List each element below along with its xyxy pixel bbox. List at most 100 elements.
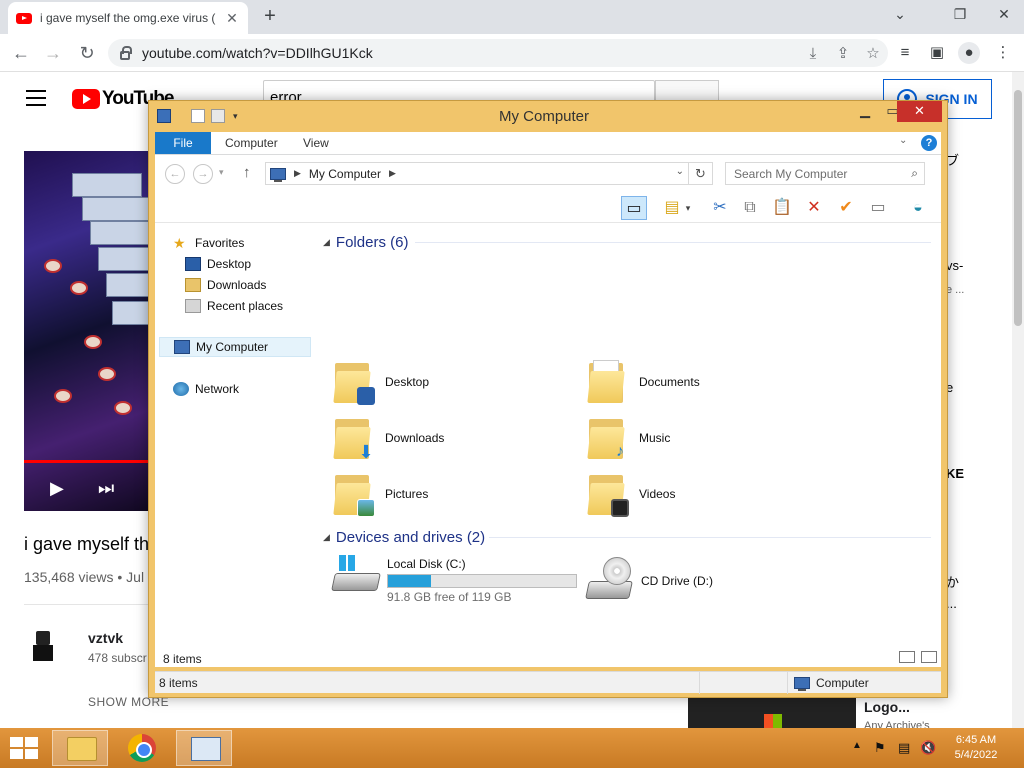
- status-location-label: Computer: [816, 676, 869, 690]
- show-hidden-icons[interactable]: ▲: [852, 740, 862, 751]
- address-bar[interactable]: youtube.com/watch?v=DDIlhGU1Kck ⤓ ⇪ ☆: [108, 39, 888, 67]
- video-player[interactable]: ▶ ⏭: [24, 151, 150, 511]
- recent-locations-icon[interactable]: ▾: [219, 167, 224, 178]
- videos-folder-icon: [587, 471, 629, 517]
- folder-music[interactable]: ♪ Music: [587, 413, 670, 463]
- profile-avatar-icon[interactable]: ●: [958, 42, 980, 64]
- refresh-icon[interactable]: ↻: [689, 162, 713, 185]
- back-icon[interactable]: ←: [165, 164, 185, 184]
- nav-label: Desktop: [207, 257, 252, 271]
- cut-icon[interactable]: ✂: [707, 196, 733, 220]
- network-tray-icon[interactable]: ▤: [898, 740, 910, 756]
- desktop-icon: [185, 257, 201, 271]
- address-box[interactable]: ▶ My Computer ▶ ⌄: [265, 162, 689, 185]
- channel-name[interactable]: vztvk: [88, 630, 123, 646]
- close-button[interactable]: ✕: [897, 101, 942, 122]
- nav-label: Recent places: [207, 299, 284, 313]
- shell-icon[interactable]: ◒: [905, 196, 931, 220]
- address-dropdown-icon[interactable]: ⌄: [676, 166, 684, 177]
- browser-restore-button[interactable]: ❐: [940, 0, 980, 30]
- group-title: Folders (6): [335, 233, 409, 251]
- taskbar-file-explorer[interactable]: [52, 730, 108, 766]
- search-icon[interactable]: ⌕: [911, 166, 918, 181]
- nav-my-computer[interactable]: My Computer: [159, 337, 311, 357]
- next-icon[interactable]: ⏭: [98, 478, 114, 499]
- action-center-flag-icon[interactable]: ⚑: [874, 740, 886, 756]
- search-input[interactable]: Search My Computer ⌕: [725, 162, 925, 185]
- breadcrumb-location[interactable]: My Computer: [309, 167, 381, 181]
- breadcrumb-separator-icon[interactable]: ▶: [389, 168, 396, 179]
- options-dropdown-icon[interactable]: ▾: [681, 196, 695, 220]
- folder-pictures[interactable]: Pictures: [333, 469, 428, 519]
- install-icon[interactable]: ⤓: [798, 45, 828, 62]
- error-window-thumb: [106, 273, 150, 297]
- nav-network[interactable]: Network: [173, 379, 239, 399]
- breadcrumb-separator-icon[interactable]: ▶: [294, 168, 301, 179]
- delete-icon[interactable]: ✕: [801, 196, 827, 220]
- windows-start-icon[interactable]: [10, 737, 38, 759]
- channel-avatar[interactable]: [24, 625, 64, 665]
- nav-downloads[interactable]: Downloads: [185, 275, 266, 295]
- drives-group-header[interactable]: ◢ Devices and drives (2): [323, 527, 485, 547]
- side-panel-icon[interactable]: ▣: [926, 42, 948, 64]
- drive-local-disk[interactable]: Local Disk (C:) 91.8 GB free of 119 GB: [331, 555, 577, 604]
- volume-muted-icon[interactable]: 🔇: [920, 740, 936, 756]
- paste-icon[interactable]: 📋: [769, 196, 795, 220]
- collapse-triangle-icon[interactable]: ◢: [323, 532, 330, 543]
- video-progress-bar[interactable]: [24, 460, 150, 463]
- hamburger-menu-icon[interactable]: [26, 90, 46, 111]
- nav-recent-places[interactable]: Recent places: [185, 296, 283, 316]
- share-icon[interactable]: ⇪: [828, 44, 858, 62]
- bookmark-star-icon[interactable]: ☆: [858, 44, 888, 62]
- folder-documents[interactable]: Documents: [587, 357, 700, 407]
- play-icon[interactable]: ▶: [50, 478, 64, 499]
- up-arrow-icon[interactable]: ↑: [243, 164, 251, 181]
- scrollbar-thumb[interactable]: [1014, 90, 1022, 326]
- preview-pane-icon[interactable]: ▭: [621, 196, 647, 220]
- group-divider: [489, 537, 931, 538]
- tab-file[interactable]: File: [155, 132, 211, 154]
- reload-icon[interactable]: ↻: [74, 40, 100, 66]
- tab-close-icon[interactable]: ✕: [224, 10, 240, 27]
- browser-tab[interactable]: i gave myself the omg.exe virus ( ✕: [8, 2, 248, 34]
- tab-search-icon[interactable]: ⌄: [880, 0, 920, 30]
- browser-close-button[interactable]: ✕: [984, 0, 1024, 30]
- folder-downloads[interactable]: ⬇ Downloads: [333, 413, 444, 463]
- drive-name: CD Drive (D:): [641, 574, 713, 588]
- folders-group-header[interactable]: ◢ Folders (6): [323, 232, 408, 252]
- recommendation-thumbnail[interactable]: [688, 698, 856, 728]
- checkmark-icon[interactable]: ✔: [833, 196, 859, 220]
- reading-list-icon[interactable]: ≡: [894, 42, 916, 64]
- window-titlebar[interactable]: ▾ My Computer ▁ ▭ ✕: [149, 101, 947, 131]
- minimize-button[interactable]: ▁: [851, 101, 879, 122]
- nav-favorites[interactable]: ★ Favorites: [173, 233, 244, 253]
- recent-places-icon: [185, 299, 201, 313]
- recommendation-title[interactable]: Logo...: [864, 699, 910, 715]
- copy-icon[interactable]: ⧉: [737, 196, 763, 220]
- taskbar-control-panel[interactable]: [176, 730, 232, 766]
- forward-icon[interactable]: →: [193, 164, 213, 184]
- expand-ribbon-icon[interactable]: ⌄: [899, 135, 907, 146]
- chrome-icon: [128, 734, 156, 762]
- folder-videos[interactable]: Videos: [587, 469, 675, 519]
- folder-desktop[interactable]: Desktop: [333, 357, 429, 407]
- new-tab-button[interactable]: +: [258, 5, 282, 29]
- rename-icon[interactable]: ▭: [865, 196, 891, 220]
- nav-desktop[interactable]: Desktop: [185, 254, 251, 274]
- more-menu-icon[interactable]: ⋮: [992, 42, 1014, 64]
- help-icon[interactable]: ?: [921, 135, 937, 151]
- drive-cd[interactable]: CD Drive (D:): [585, 557, 713, 603]
- system-clock[interactable]: 6:45 AM 5/4/2022: [946, 733, 1006, 763]
- computer-icon: [794, 677, 810, 691]
- page-scrollbar[interactable]: [1012, 72, 1024, 728]
- large-icons-view-icon[interactable]: [921, 651, 937, 664]
- content-pane: ◢ Folders (6) Desktop Documents ⬇ Downlo…: [315, 223, 941, 667]
- tab-view[interactable]: View: [289, 132, 343, 154]
- group-title: Devices and drives (2): [335, 528, 486, 546]
- back-arrow-icon[interactable]: ←: [8, 40, 34, 66]
- collapse-triangle-icon[interactable]: ◢: [323, 237, 330, 248]
- details-view-icon[interactable]: [899, 651, 915, 664]
- tab-computer[interactable]: Computer: [211, 132, 292, 154]
- forward-arrow-icon[interactable]: →: [40, 40, 66, 66]
- taskbar-chrome[interactable]: [114, 730, 170, 766]
